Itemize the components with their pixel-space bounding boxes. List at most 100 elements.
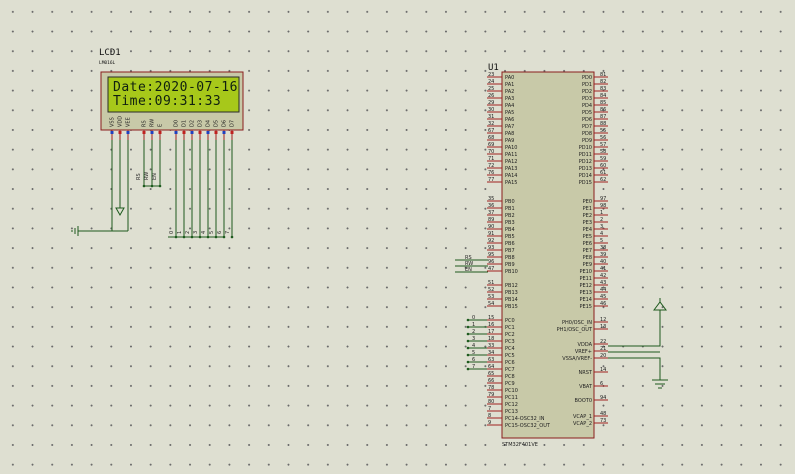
mcu-pin-name: PA6 <box>505 117 514 123</box>
mcu-pin-name: NRST <box>579 370 593 376</box>
mcu-pin-name: PD10 <box>579 145 592 151</box>
lcd-net-en: EN <box>152 173 158 180</box>
mcu-pin-name: PC6 <box>505 360 515 366</box>
mcu-pin-name: PE11 <box>579 276 592 282</box>
mcu-pin-number: 93 <box>488 245 494 251</box>
mcu-pin-name: PE10 <box>579 269 592 275</box>
mcu-pin-number: 6 <box>600 381 603 387</box>
mcu-pin-name: PB5 <box>505 234 515 240</box>
mcu-pin-number: 32 <box>488 121 494 127</box>
mcu-pin-number: 90 <box>488 224 494 230</box>
mcu-pin-number: 24 <box>488 79 494 85</box>
mcu-pin-number: 31 <box>488 114 494 120</box>
mcu-pin-name: PE5 <box>583 234 592 240</box>
mcu-pin-number: 92 <box>488 238 494 244</box>
mcu-pin-number: 98 <box>600 203 606 209</box>
mcu-pin-number: 9 <box>488 420 491 426</box>
mcu-pin-name: PB2 <box>505 213 515 219</box>
mcu-pin-number: 12 <box>600 317 606 323</box>
mcu-pin-name: PE8 <box>583 255 592 261</box>
vdd-power-symbol <box>115 207 125 217</box>
mcu-pin-number: 44 <box>600 287 606 293</box>
ground-symbol-right <box>652 379 668 389</box>
mcu-pin-number: 60 <box>600 163 606 169</box>
schematic-canvas[interactable]: LCD1 LM016L Date:2020-07-16 Time:09:31:3… <box>0 0 795 474</box>
mcu-pin-number: 61 <box>600 170 606 176</box>
mcu-pin-name: PC9 <box>505 381 515 387</box>
mcu-pin-number: 40 <box>600 259 606 265</box>
mcu-pin-number: 23 <box>488 72 494 78</box>
mcu-pin-name: PC15-OSC32_OUT <box>505 423 551 429</box>
mcu-pin-number: 39 <box>600 252 606 258</box>
mcu-pin-number: 8 <box>488 413 491 419</box>
mcu-pin-name: PE2 <box>583 213 592 219</box>
mcu-pin-number: 96 <box>488 259 494 265</box>
mcu-pin-number: 46 <box>600 301 606 307</box>
mcu-pin-number: 81 <box>600 72 606 78</box>
vdda-wire <box>608 310 661 347</box>
mcu-pin-name: PA1 <box>505 82 514 88</box>
mcu-pin-name: VDDA <box>578 342 593 348</box>
mcu-pin-name: PD11 <box>579 152 592 158</box>
vssa-wire <box>608 357 661 380</box>
mcu-pin-name: PE4 <box>583 227 592 233</box>
mcu-pin-number: 3 <box>600 224 603 230</box>
lcd-pin-label: D3 <box>198 120 204 127</box>
mcu-pin-number: 41 <box>600 266 606 272</box>
mcu-pin-name: PE7 <box>583 248 592 254</box>
mcu-pin-number: 87 <box>600 114 606 120</box>
mcu-pin-number: 5 <box>600 238 603 244</box>
lcd-net-data: 7 <box>225 231 231 234</box>
mcu-component[interactable]: U1 STM32F401VE 23 PA024 PA125 PA226 PA329 PA4… <box>487 63 608 448</box>
power-arrow-right <box>653 301 667 311</box>
mcu-pin-name: PA4 <box>505 103 514 109</box>
mcu-pin-number: 59 <box>600 156 606 162</box>
lcd-pin-label: RW <box>150 119 156 127</box>
mcu-pin-name: PB14 <box>505 297 518 303</box>
mcu-pin-number: 97 <box>600 196 606 202</box>
mcu-pin-name: PD9 <box>582 138 592 144</box>
lcd-pin-marker <box>142 131 146 134</box>
mcu-pin-number: 77 <box>488 177 494 183</box>
lcd-pin-label: D7 <box>230 120 236 127</box>
mcu-pin-name: VSSA/VREF- <box>562 356 592 362</box>
lcd-pin-label: D0 <box>174 120 180 127</box>
schematic-drawing: LCD1 LM016L Date:2020-07-16 Time:09:31:3… <box>71 48 668 448</box>
mcu-pin-number: 83 <box>600 86 606 92</box>
mcu-pin-number: 78 <box>488 385 494 391</box>
lcd-model-label: LM016L <box>99 60 116 66</box>
mcu-pin-name: PE12 <box>579 283 592 289</box>
mcu-pin-number: 22 <box>600 339 606 345</box>
mcu-pin-number: 84 <box>600 93 606 99</box>
mcu-pin-number: 15 <box>488 315 494 321</box>
mcu-net-pc: 1 <box>472 322 475 328</box>
mcu-pin-name: PD6 <box>582 117 592 123</box>
mcu-pin-number: 38 <box>600 245 606 251</box>
mcu-pin-name: PE15 <box>579 304 592 310</box>
net-label-group: RS RW EN RS RW EN <box>136 172 473 273</box>
mcu-pin-number: 72 <box>488 163 494 169</box>
mcu-pin-number: 42 <box>600 273 606 279</box>
mcu-pin-name: PB1 <box>505 206 515 212</box>
lcd-pin-marker <box>126 131 130 134</box>
mcu-net-pc: 5 <box>472 350 475 356</box>
mcu-pin-name: PB15 <box>505 304 518 310</box>
mcu-pin-number: 68 <box>488 135 494 141</box>
mcu-pin-name: PC10 <box>505 388 518 394</box>
lcd-line-2: Time:09:31:33 <box>113 94 221 109</box>
lcd-pin-marker <box>174 131 178 134</box>
mcu-pin-number: 86 <box>600 107 606 113</box>
mcu-pin-name: PE1 <box>583 206 592 212</box>
lcd-net-data: 1 <box>177 231 183 234</box>
mcu-pin-number: 94 <box>600 395 606 401</box>
mcu-pin-name: PC0 <box>505 318 515 324</box>
lcd-net-data: 3 <box>193 231 199 234</box>
lcd-pin-marker <box>230 131 234 134</box>
lcd-component[interactable]: LCD1 LM016L Date:2020-07-16 Time:09:31:3… <box>99 48 244 140</box>
lcd-pin-label: D5 <box>214 120 220 127</box>
mcu-pin-number: 67 <box>488 128 494 134</box>
mcu-net-pc: 6 <box>472 357 475 363</box>
mcu-net-pc: 7 <box>472 364 475 370</box>
mcu-pin-name: PA8 <box>505 131 514 137</box>
mcu-pin-name: PA3 <box>505 96 514 102</box>
